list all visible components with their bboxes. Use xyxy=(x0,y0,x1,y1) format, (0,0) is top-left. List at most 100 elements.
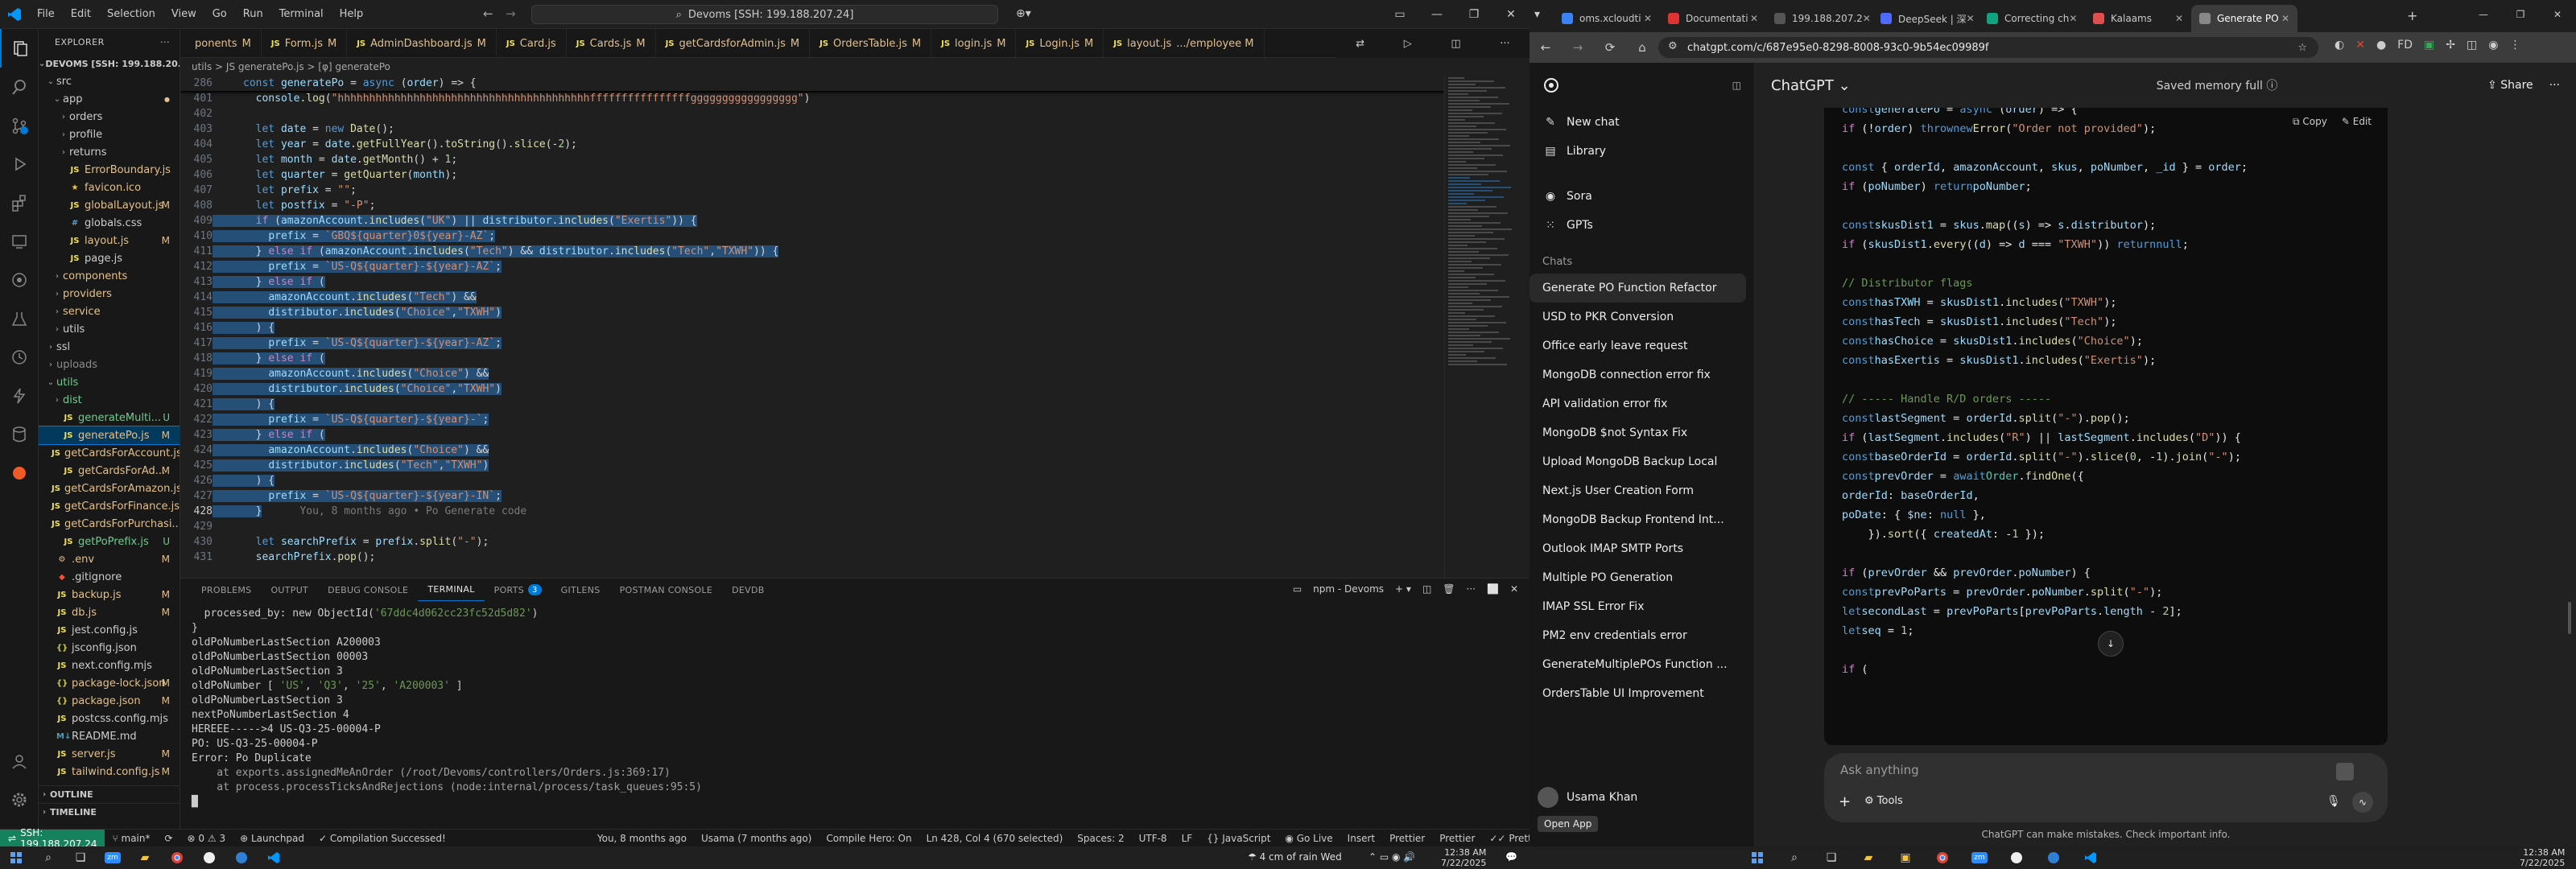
testing-icon[interactable] xyxy=(0,299,39,338)
vscode-taskbar-icon[interactable] xyxy=(258,846,290,869)
author-indicator[interactable]: Usama (7 months ago) xyxy=(694,833,819,844)
remote-explorer-icon[interactable] xyxy=(0,222,39,261)
reload-icon[interactable]: ⟳ xyxy=(1594,40,1626,55)
edit-button[interactable]: ✎ Edit xyxy=(2342,116,2372,128)
tree-item[interactable]: ★ favicon.ico xyxy=(39,179,180,196)
terminal-task-label[interactable]: npm - Devoms xyxy=(1313,583,1384,595)
tree-item[interactable]: # globals.css xyxy=(39,214,180,232)
browser-tab[interactable]: Correcting ch ✕ xyxy=(1979,5,2085,32)
restore-icon[interactable]: ❐ xyxy=(2502,9,2539,20)
model-selector[interactable]: ChatGPT ⌄ xyxy=(1771,77,1851,94)
tree-item[interactable]: {} package.json M xyxy=(39,692,180,710)
clock-right[interactable]: 12:38 AM 7/22/2025 xyxy=(2520,847,2565,868)
microphone-icon[interactable]: 🎙 xyxy=(2326,795,2341,808)
blame-indicator[interactable]: You, 8 months ago xyxy=(590,833,694,844)
tree-item[interactable]: › dist xyxy=(39,391,180,409)
tree-item[interactable]: M↓ README.md xyxy=(39,727,180,745)
tree-item[interactable]: JS getPoPrefix.js U xyxy=(39,533,180,550)
user-profile[interactable]: Usama Khan xyxy=(1538,787,1637,808)
compilation-status[interactable]: ✓ Compilation Successed! xyxy=(312,833,453,844)
scrollbar-thumb[interactable] xyxy=(2568,602,2571,634)
voice-mode-icon[interactable]: ∿ xyxy=(2352,792,2373,813)
panel-tab[interactable]: GITLENS xyxy=(551,579,610,601)
tree-item[interactable]: JS backup.js M xyxy=(39,586,180,603)
tree-item[interactable]: JS getCardsForAmazon.js xyxy=(39,480,180,497)
split-editor-icon[interactable]: ◫ xyxy=(1451,38,1460,50)
editor-tab[interactable]: JS login.js M xyxy=(931,29,1017,57)
sidebar-item-sora[interactable]: ◉ Sora xyxy=(1530,182,1754,211)
attachment-preview-icon[interactable] xyxy=(2336,763,2354,780)
chat-history-item[interactable]: Office early leave request xyxy=(1530,332,1746,360)
site-info-icon[interactable]: ⚙ xyxy=(1668,40,1678,52)
browser-tab[interactable]: Generate PO ✕ xyxy=(2191,5,2297,32)
tree-item[interactable]: ⌄ src xyxy=(39,72,180,90)
home-icon[interactable]: ⌂ xyxy=(1626,40,1658,55)
extension-4-icon[interactable]: FD xyxy=(2397,39,2413,51)
remote-indicator[interactable]: ⇌ SSH: 199.188.207.24 xyxy=(0,827,105,850)
sidepanel-icon[interactable]: ◫ xyxy=(2467,39,2477,51)
terminal-output[interactable]: processed_by: new ObjectId('67ddc4d062cc… xyxy=(180,601,1530,810)
layout-icon[interactable]: ▭ xyxy=(1381,8,1418,21)
scroll-down-button[interactable]: ↓ xyxy=(2098,631,2124,657)
share-button[interactable]: ⇪ Share xyxy=(2487,79,2533,92)
gitlens-icon[interactable] xyxy=(0,261,39,299)
run-debug-icon[interactable] xyxy=(0,145,39,183)
browser-tab[interactable]: Kalaams ✕ xyxy=(2085,5,2191,32)
postman-icon[interactable] xyxy=(0,454,39,492)
editor-tab[interactable]: ponents M xyxy=(180,29,262,57)
chat-history-item[interactable]: GenerateMultiplePOs Function ... xyxy=(1530,650,1746,679)
close-icon[interactable]: ✕ xyxy=(1492,8,1530,21)
database-icon[interactable] xyxy=(0,415,39,454)
editor-tab[interactable]: JS layout.js .../employee M xyxy=(1104,29,1265,57)
tree-item[interactable]: JS generatePo.js M xyxy=(39,426,180,445)
chat-history-item[interactable]: USD to PKR Conversion xyxy=(1530,303,1746,332)
tab-close-icon[interactable]: ✕ xyxy=(2281,13,2289,24)
tree-item[interactable]: JS db.js M xyxy=(39,603,180,621)
prompt-input[interactable]: Ask anything xyxy=(1840,763,1919,777)
chat-history-item[interactable]: Outlook IMAP SMTP Ports xyxy=(1530,534,1746,563)
tree-item[interactable]: ◆ .gitignore xyxy=(39,568,180,586)
chrome-icon[interactable] xyxy=(161,846,193,869)
outline-section[interactable]: › OUTLINE xyxy=(39,785,180,803)
zoom-icon[interactable]: zm xyxy=(1963,846,1996,869)
chrome-icon[interactable] xyxy=(1926,846,1959,869)
file-explorer-icon[interactable]: ▰ xyxy=(129,846,161,869)
tree-item[interactable]: JS jest.config.js xyxy=(39,621,180,639)
tree-item[interactable]: › service xyxy=(39,303,180,320)
file-explorer-icon[interactable]: ▰ xyxy=(1852,846,1885,869)
tree-item[interactable]: › components xyxy=(39,267,180,285)
tree-item[interactable]: {} jsconfig.json xyxy=(39,639,180,657)
copy-button[interactable]: ⧉ Copy xyxy=(2293,116,2327,128)
tree-item[interactable]: › returns xyxy=(39,143,180,161)
app-icon[interactable] xyxy=(225,846,258,869)
new-terminal-icon[interactable]: + ▾ xyxy=(1395,583,1411,595)
problems-indicator[interactable]: ⊗ 0 ⚠ 3 xyxy=(180,833,233,844)
trash-icon[interactable]: 🗑 xyxy=(1443,583,1455,595)
search-icon[interactable] xyxy=(0,68,39,106)
menu-item[interactable]: File xyxy=(29,8,63,20)
run-icon[interactable]: ▷ xyxy=(1404,38,1412,50)
timeline-icon[interactable] xyxy=(0,338,39,377)
notification-icon[interactable]: 💬 xyxy=(1505,851,1517,863)
insert-mode[interactable]: Insert xyxy=(1340,833,1382,844)
tree-item[interactable]: › ssl xyxy=(39,338,180,356)
split-terminal-icon[interactable]: ◫ xyxy=(1422,583,1431,595)
sidebar-item-library[interactable]: ▤ Library xyxy=(1530,137,1754,166)
panel-tab[interactable]: POSTMAN CONSOLE xyxy=(610,579,723,601)
indentation[interactable]: Spaces: 2 xyxy=(1070,833,1131,844)
timeline-section[interactable]: › TIMELINE xyxy=(39,803,180,821)
tree-item[interactable]: JS server.js M xyxy=(39,745,180,763)
compare-icon[interactable]: ⇄ xyxy=(1356,38,1364,50)
bolt-icon[interactable] xyxy=(0,377,39,415)
memory-status[interactable]: Saved memory full ⓘ xyxy=(2157,77,2278,93)
tab-close-icon[interactable]: ✕ xyxy=(2069,13,2077,24)
tree-item[interactable]: JS ErrorBoundary.js xyxy=(39,161,180,179)
editor-tab[interactable]: JS Form.js M xyxy=(261,29,348,57)
eol[interactable]: LF xyxy=(1174,833,1200,844)
tree-item[interactable]: JS generateMulti... U xyxy=(39,409,180,426)
encoding[interactable]: UTF-8 xyxy=(1132,833,1174,844)
close-panel-icon[interactable]: ✕ xyxy=(1510,583,1518,595)
sidebar-item-gpts[interactable]: ⁙ GPTs xyxy=(1530,211,1754,240)
search-icon[interactable]: ⌕ xyxy=(32,846,64,869)
tab-close-icon[interactable]: ✕ xyxy=(2175,13,2183,24)
